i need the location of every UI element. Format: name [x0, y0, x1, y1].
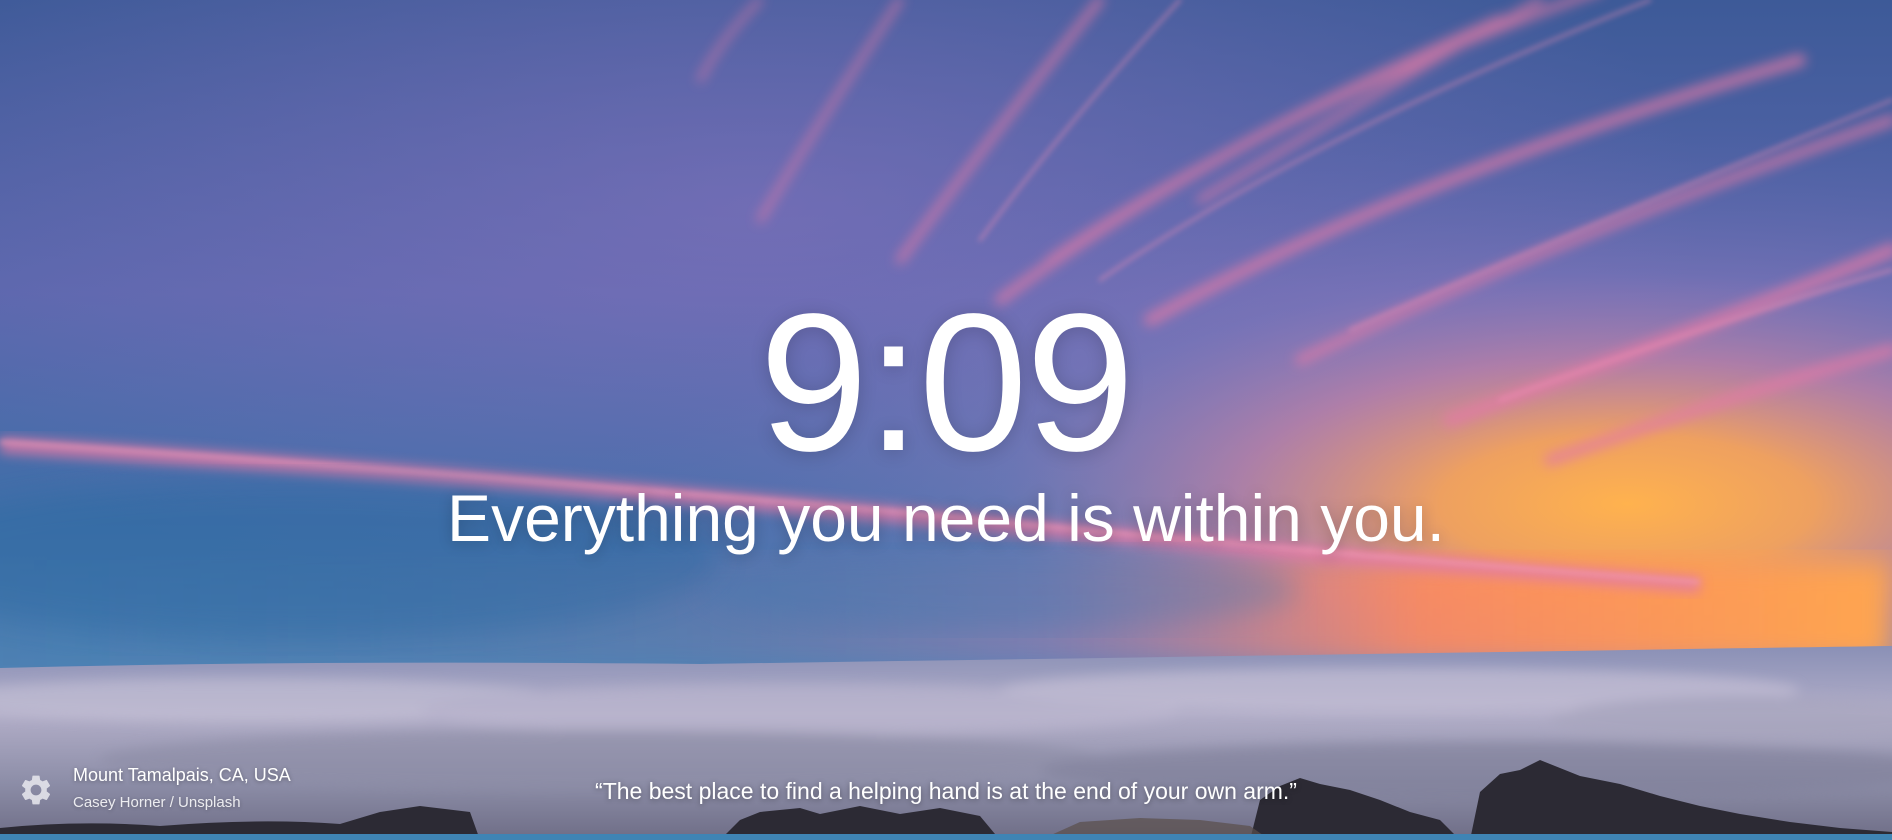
bottom-strip — [0, 834, 1892, 840]
clock-time: 9:09 — [759, 273, 1134, 492]
quote-text: “The best place to find a helping hand i… — [595, 778, 1297, 804]
mantra-text: Everything you need is within you. — [447, 481, 1445, 555]
